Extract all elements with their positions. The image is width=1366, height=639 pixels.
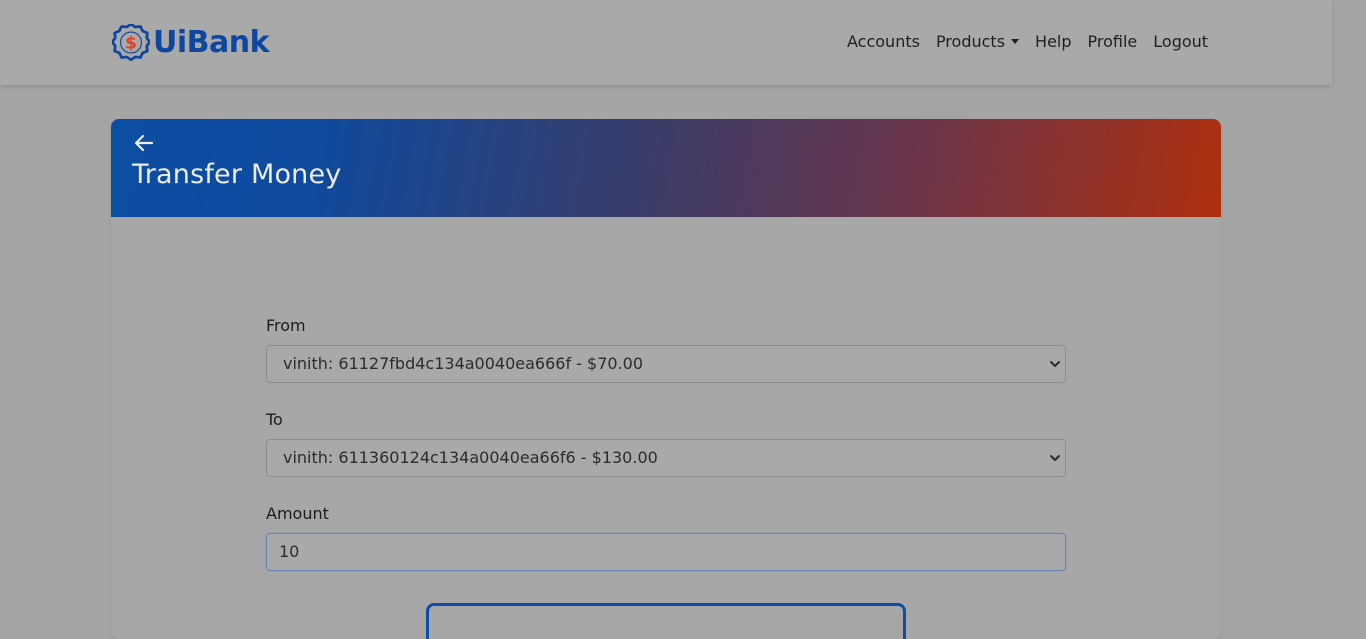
to-label: To [266,410,283,429]
page-title: Transfer Money [132,159,342,190]
transfer-card: Transfer Money From vinith: 61127fbd4c13… [111,119,1221,639]
to-group: To vinith: 611360124c134a0040ea66f6 - $1… [266,409,1066,477]
brand-name: UiBank [153,25,270,60]
from-account-select[interactable]: vinith: 61127fbd4c134a0040ea666f - $70.0… [266,345,1066,383]
amount-group: Amount 10 [266,503,1066,571]
nav-products-dropdown[interactable]: Products [935,31,1020,53]
nav-products-label: Products [935,32,1006,51]
amount-input[interactable]: 10 [266,533,1066,571]
from-account-value: vinith: 61127fbd4c134a0040ea666f - $70.0… [283,354,644,373]
nav-accounts[interactable]: Accounts [847,31,920,53]
transfer-form: From vinith: 61127fbd4c134a0040ea666f - … [266,315,1066,597]
card-header: Transfer Money [111,119,1221,217]
nav-help[interactable]: Help [1035,31,1071,53]
submit-transfer-button[interactable] [426,603,906,639]
to-account-value: vinith: 611360124c134a0040ea66f6 - $130.… [283,448,658,467]
nav-logout[interactable]: Logout [1153,31,1208,53]
svg-text:$: $ [125,34,137,54]
chevron-down-icon [1050,455,1060,461]
brand-logo-link[interactable]: $ UiBank [112,24,270,62]
to-account-select[interactable]: vinith: 611360124c134a0040ea66f6 - $130.… [266,439,1066,477]
amount-label: Amount [266,504,329,523]
top-navbar: $ UiBank Accounts Products Help Profile … [0,0,1332,85]
dollar-badge-icon: $ [112,24,150,62]
caret-down-icon [1011,39,1020,44]
arrow-left-icon[interactable] [133,133,155,153]
chevron-down-icon [1050,361,1060,367]
from-group: From vinith: 61127fbd4c134a0040ea666f - … [266,315,1066,383]
from-label: From [266,316,306,335]
main-nav: Accounts Products Help Profile Logout [847,31,1208,53]
nav-profile[interactable]: Profile [1088,31,1138,53]
